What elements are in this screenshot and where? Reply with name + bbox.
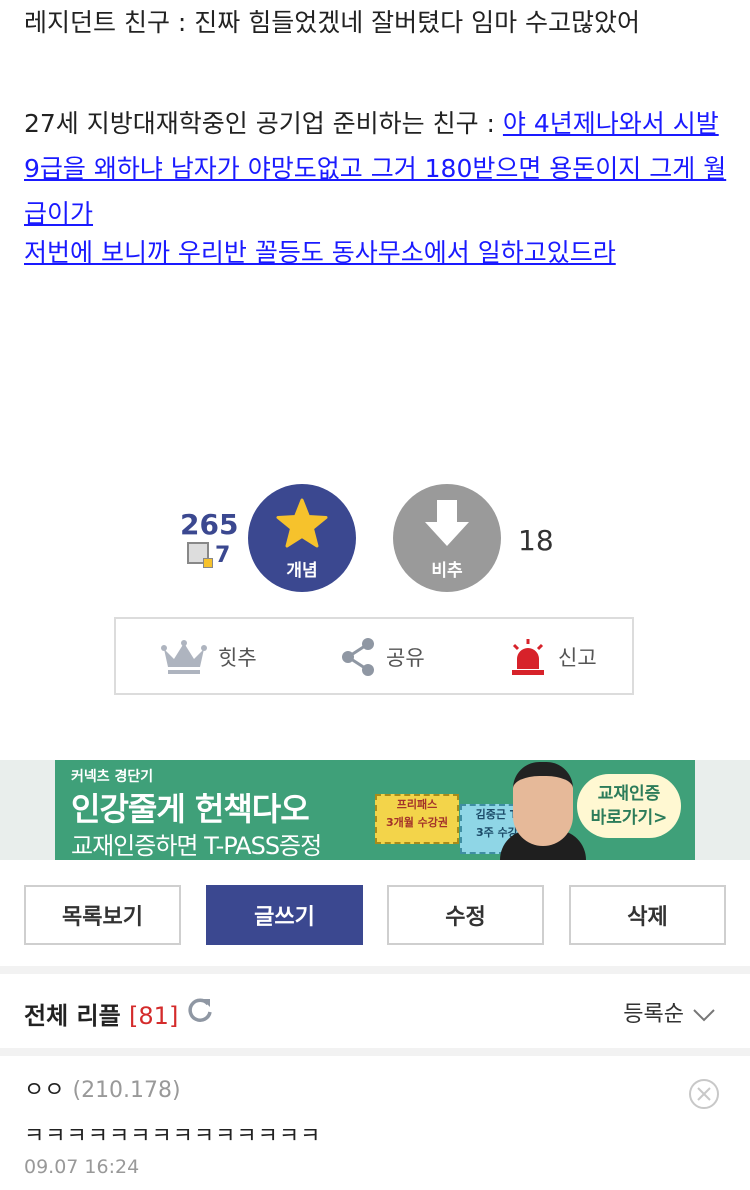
upvote-label: 개념: [286, 561, 318, 581]
ad-banner-area: 커넥츠 경단기 인강줄게 헌책다오 교재인증하면 T-PASS증정 프리패스 3개…: [0, 760, 750, 860]
post-tools: 힛추 공유 신고: [114, 617, 634, 695]
ad-subline: 교재인증하면 T-PASS증정: [71, 832, 322, 860]
down-arrow-icon: [425, 500, 469, 546]
comment-date: 09.07 16:24: [24, 1156, 140, 1178]
ad-brand: 커넥츠 경단기: [71, 769, 154, 785]
write-button[interactable]: 글쓰기: [206, 885, 363, 945]
upvote-count: 265: [180, 508, 239, 541]
report-button[interactable]: 신고: [508, 619, 597, 695]
ad-cta[interactable]: 교재인증바로가기>: [577, 774, 681, 838]
ad-headline: 인강줄게 헌책다오: [71, 790, 310, 828]
fixed-upvote-count: 7: [187, 542, 230, 568]
comments-count: [81]: [129, 1002, 179, 1030]
downvote-label: 비추: [431, 561, 463, 581]
close-icon[interactable]: [688, 1078, 720, 1110]
report-label: 신고: [558, 646, 597, 670]
sort-dropdown[interactable]: 등록순: [623, 996, 716, 1028]
comments-title-text: 전체 리플: [24, 1002, 121, 1030]
star-icon: [276, 498, 328, 548]
fixed-upvote-value: 7: [215, 543, 231, 568]
ad-ticket-1-sub: 3개월 수강권: [385, 816, 449, 829]
comment-item: ㅇㅇ (210.178) ㅋㅋㅋㅋㅋㅋㅋㅋㅋㅋㅋㅋㅋㅋ 09.07 16:24: [0, 1058, 750, 1190]
comments-header: 전체 리플 [81] 등록순: [0, 980, 750, 1040]
share-label: 공유: [386, 646, 425, 670]
edit-button[interactable]: 수정: [387, 885, 544, 945]
list-button[interactable]: 목록보기: [24, 885, 181, 945]
refresh-icon[interactable]: [186, 996, 214, 1024]
comment-author: ㅇㅇ (210.178): [24, 1072, 181, 1104]
comment-text: ㅋㅋㅋㅋㅋㅋㅋㅋㅋㅋㅋㅋㅋㅋ: [24, 1124, 322, 1149]
ad-ticket-1: 프리패스 3개월 수강권: [375, 794, 459, 844]
divider: [0, 1048, 750, 1056]
ad-cta-line-1: 교재인증: [597, 784, 661, 804]
post-line-3-link[interactable]: 저번에 보니까 우리반 꼴등도 동사무소에서 일하고있드라: [24, 238, 616, 267]
ad-ticket-1-title: 프리패스: [396, 798, 438, 811]
ad-person-face: [513, 762, 573, 846]
share-button[interactable]: 공유: [340, 619, 425, 695]
upvote-button[interactable]: 개념: [248, 484, 356, 592]
post-line-1: 레지던트 친구 : 진짜 힘들었겠네 잘버텼다 임마 수고많았어: [24, 8, 641, 37]
post-line-2: 27세 지방대재학중인 공기업 준비하는 친구 : 야 4년제나와서 시발 9급…: [24, 101, 729, 236]
ad-banner[interactable]: 커넥츠 경단기 인강줄게 헌책다오 교재인증하면 T-PASS증정 프리패스 3개…: [55, 760, 695, 860]
share-icon: [342, 638, 374, 676]
hit-recommend-label: 힛추: [218, 646, 257, 670]
downvote-button[interactable]: 비추: [393, 484, 501, 592]
post-action-buttons: 목록보기 글쓰기 수정 삭제: [0, 885, 750, 945]
divider: [0, 966, 750, 974]
delete-button[interactable]: 삭제: [569, 885, 726, 945]
sort-label: 등록순: [623, 1002, 684, 1027]
downvote-count: 18: [518, 524, 554, 557]
comment-ip: (210.178): [72, 1078, 181, 1103]
ad-cta-line-2: 바로가기>: [590, 808, 668, 828]
mobile-vote-icon: [187, 542, 213, 568]
vote-area: 265 7 개념 비추 18: [0, 484, 750, 594]
comments-title: 전체 리플 [81]: [24, 996, 178, 1031]
post-line-2-prefix: 27세 지방대재학중인 공기업 준비하는 친구 :: [24, 109, 503, 138]
comment-nickname: ㅇㅇ: [24, 1078, 65, 1103]
hit-recommend-button[interactable]: 힛추: [160, 619, 257, 695]
post-line-3: 저번에 보니까 우리반 꼴등도 동사무소에서 일하고있드라: [24, 230, 616, 275]
siren-icon: [512, 639, 544, 675]
chevron-down-icon: [693, 1009, 715, 1022]
crown-icon: [161, 640, 207, 674]
